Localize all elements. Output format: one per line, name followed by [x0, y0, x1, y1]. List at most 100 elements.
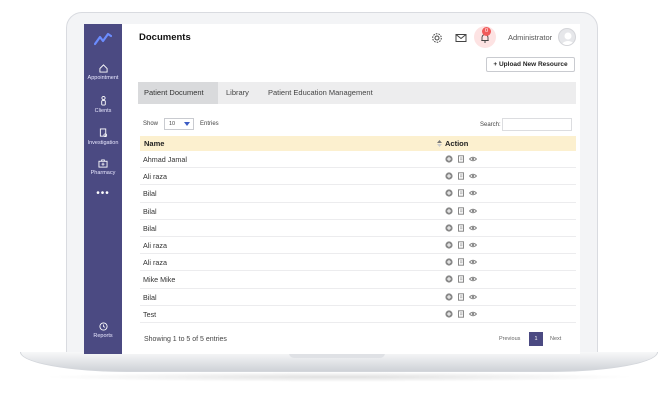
- view-icon[interactable]: [469, 207, 477, 215]
- person-icon: [100, 96, 106, 106]
- home-icon: [98, 64, 108, 73]
- view-icon[interactable]: [469, 155, 477, 163]
- cell-name: Ali raza: [143, 258, 167, 268]
- plus-icon: +: [493, 61, 498, 68]
- notebook-icon[interactable]: [457, 275, 465, 284]
- logo-icon: [94, 32, 112, 46]
- view-icon[interactable]: [469, 241, 477, 249]
- table-header: Name Action: [140, 136, 576, 151]
- add-icon[interactable]: [445, 292, 453, 301]
- table-row: Ali raza: [140, 237, 576, 255]
- table-row: Ali raza: [140, 168, 576, 186]
- view-icon[interactable]: [469, 172, 477, 180]
- cell-name: Ali raza: [143, 240, 167, 250]
- column-header-name[interactable]: Name: [144, 136, 164, 151]
- tab-library[interactable]: Library: [220, 82, 255, 104]
- notebook-icon[interactable]: [457, 224, 465, 232]
- caret-down-icon: [184, 122, 190, 126]
- mail-icon[interactable]: [455, 32, 467, 44]
- sidebar-item-investigation[interactable]: Investigation: [84, 128, 122, 146]
- view-icon[interactable]: [469, 293, 477, 301]
- notebook-icon[interactable]: [457, 258, 465, 266]
- table-row: Bilal: [140, 220, 576, 237]
- upload-new-resource-button[interactable]: + Upload New Resource: [486, 57, 575, 72]
- table-row: Mike Mike: [140, 271, 576, 289]
- add-icon[interactable]: [445, 206, 453, 215]
- sidebar-item-appointment[interactable]: Appointment: [84, 64, 122, 81]
- table-row: Bilal: [140, 289, 576, 306]
- table-row: Ahmad Jamal: [140, 151, 576, 169]
- add-icon[interactable]: [445, 189, 453, 197]
- pagination-page-1[interactable]: 1: [529, 332, 543, 346]
- sidebar-item-label: Clients: [94, 108, 112, 114]
- cell-name: Ahmad Jamal: [143, 155, 187, 164]
- cell-name: Bilal: [143, 189, 157, 199]
- notebook-icon[interactable]: [457, 206, 465, 215]
- sort-icon[interactable]: [437, 140, 442, 147]
- sidebar-item-label: Pharmacy: [90, 170, 116, 176]
- cell-name: Mike Mike: [143, 275, 176, 285]
- sidebar-item-label: Reports: [93, 333, 113, 339]
- laptop-shadow: [40, 372, 638, 382]
- table-row: Bilal: [140, 185, 576, 203]
- view-icon[interactable]: [469, 224, 477, 232]
- table-row: Bilal: [140, 203, 576, 220]
- sidebar-item-label: Appointment: [87, 75, 119, 81]
- document-icon: [99, 128, 107, 138]
- sidebar-item-clients[interactable]: Clients: [84, 96, 122, 114]
- notification-count-badge: 0: [482, 27, 491, 36]
- notebook-icon[interactable]: [457, 309, 465, 318]
- sidebar-item-pharmacy[interactable]: Pharmacy: [84, 159, 122, 176]
- entries-value: 10: [169, 121, 176, 127]
- cell-name: Bilal: [143, 292, 157, 302]
- view-icon[interactable]: [469, 275, 477, 283]
- column-header-action: Action: [445, 139, 469, 148]
- tab-bar: Patient Document Library Patient Educati…: [138, 82, 576, 104]
- add-icon[interactable]: [445, 241, 453, 249]
- clock-icon: [98, 322, 108, 331]
- search-label: Search:: [480, 122, 501, 128]
- pagination-next[interactable]: Next: [550, 336, 561, 342]
- notebook-icon[interactable]: [457, 155, 465, 163]
- add-icon[interactable]: [445, 172, 453, 180]
- avatar[interactable]: [558, 28, 576, 46]
- tab-patient-education-management[interactable]: Patient Education Management: [262, 82, 379, 104]
- more-menu-icon[interactable]: •••: [84, 189, 122, 199]
- table-info: Showing 1 to 5 of 5 entries: [144, 336, 227, 343]
- sidebar-item-reports[interactable]: Reports: [84, 322, 122, 339]
- cell-name: Bilal: [143, 206, 157, 216]
- pagination-previous[interactable]: Previous: [499, 336, 520, 342]
- gear-icon[interactable]: [431, 32, 443, 44]
- add-icon[interactable]: [445, 275, 453, 283]
- upload-button-label: Upload New Resource: [498, 61, 568, 68]
- table-row: Ali raza: [140, 254, 576, 272]
- add-icon[interactable]: [445, 224, 453, 232]
- sidebar: Appointment Clients Investigation Pharma…: [84, 24, 122, 354]
- add-icon[interactable]: [445, 155, 453, 163]
- view-icon[interactable]: [469, 310, 477, 318]
- notebook-icon[interactable]: [457, 189, 465, 198]
- entries-label: Entries: [200, 121, 219, 127]
- entries-select[interactable]: 10: [164, 118, 194, 130]
- user-name[interactable]: Administrator: [508, 33, 552, 42]
- cell-name: Bilal: [143, 223, 157, 233]
- table-body: Ahmad Jamal Ali raza Bilal Bilal Bilal A…: [140, 151, 576, 323]
- cell-name: Test: [143, 309, 157, 319]
- add-icon[interactable]: [445, 258, 453, 266]
- view-icon[interactable]: [469, 189, 477, 197]
- view-icon[interactable]: [469, 258, 477, 266]
- page-title: Documents: [139, 32, 191, 43]
- cell-name: Ali raza: [143, 172, 167, 182]
- search-input[interactable]: [502, 118, 572, 131]
- notebook-icon[interactable]: [457, 172, 465, 180]
- notebook-icon[interactable]: [457, 241, 465, 249]
- notebook-icon[interactable]: [457, 292, 465, 301]
- add-icon[interactable]: [445, 310, 453, 318]
- show-label: Show: [143, 121, 159, 127]
- table-row: Test: [140, 306, 576, 323]
- sidebar-item-label: Investigation: [87, 140, 119, 146]
- medkit-icon: [98, 159, 108, 168]
- tab-patient-document[interactable]: Patient Document: [138, 82, 218, 104]
- user-silhouette-icon: [561, 32, 575, 45]
- app-screen: Appointment Clients Investigation Pharma…: [84, 24, 580, 354]
